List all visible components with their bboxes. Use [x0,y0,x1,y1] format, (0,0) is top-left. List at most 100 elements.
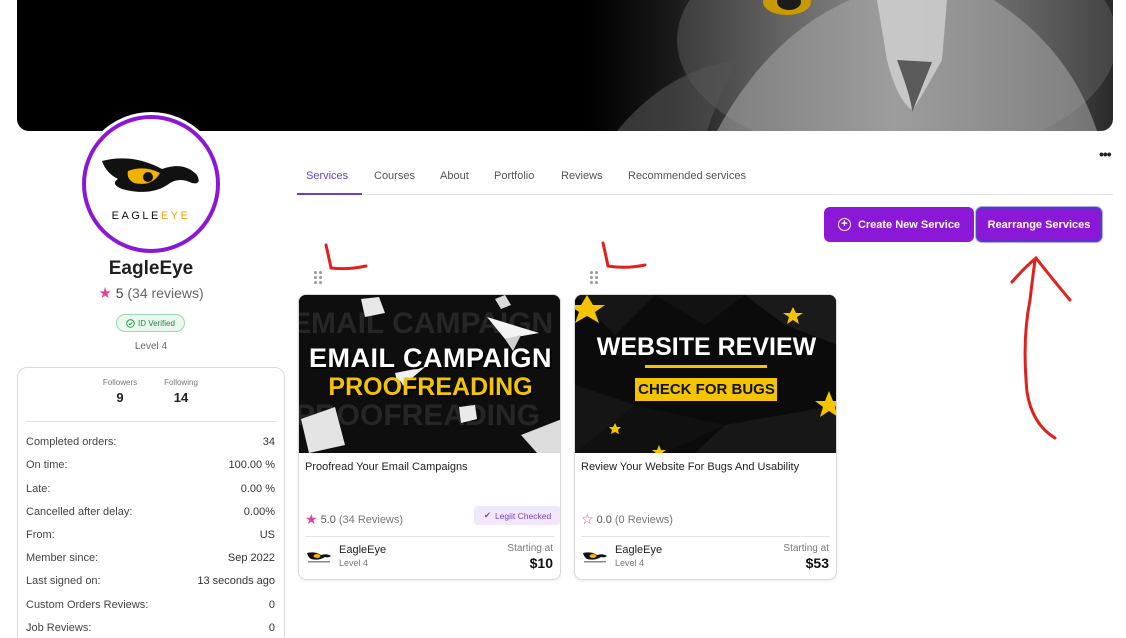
stat-value: 0.00 % [240,483,275,495]
check-circle-icon [126,318,135,328]
service-rating: ☆ 0.0 (0 Reviews) [581,511,673,528]
svg-text:EAGLEEYE: EAGLEEYE [112,210,191,222]
annotation-corner-mark [601,241,647,269]
profile-avatar[interactable]: EAGLEEYE [82,115,220,253]
tab-reviews[interactable]: Reviews [561,170,603,182]
stat-label: Late: [26,483,51,495]
stat-label: On time: [26,459,68,471]
stat-label: From: [26,529,55,541]
profile-level: Level 4 [134,341,168,352]
stat-label: Member since: [26,552,99,564]
service-card[interactable]: WEBSITE REVIEW CHECK FOR BUGS Review You… [574,294,837,580]
rearrange-services-label: Rearrange Services [987,218,1091,231]
active-tab-indicator [297,193,362,195]
profile-rating-count: (34 reviews) [127,285,204,301]
star-outline-icon: ☆ [581,511,594,527]
following-value: 14 [173,390,189,405]
service-price: $53 [805,555,829,571]
create-new-service-button[interactable]: + Create New Service [824,207,974,242]
service-price: $10 [529,555,553,571]
profile-tabs: Services Courses About Portfolio Reviews… [297,166,1113,195]
legiit-checked-badge: ✔ Legiit Checked [474,506,560,525]
profile-banner [17,0,1113,131]
service-rating-value: 5.0 [320,513,336,526]
stat-value: 0 [268,622,275,634]
starting-at-label: Starting at [783,543,829,554]
thumbnail-headline: EMAIL CAMPAIGN [309,343,552,373]
following-count[interactable]: Following 14 [151,378,211,405]
service-review-count: (34 Reviews) [338,513,404,526]
card-divider [581,536,830,537]
stat-label: Last signed on: [26,575,101,587]
star-icon: ★ [98,285,112,302]
more-options-icon[interactable]: ••• [1099,146,1112,162]
seller-level: Level 4 [339,558,369,568]
stat-label: Job Reviews: [26,622,92,634]
legiit-checked-label: Legiit Checked [494,510,552,521]
profile-stats-panel: Followers 9 Following 14 Completed order… [17,367,285,638]
id-verified-badge: ID Verified [116,314,185,332]
following-label: Following [164,378,198,387]
id-verified-label: ID Verified [138,318,175,328]
stat-value: 0 [268,599,275,611]
thumbnail-subheadline: PROOFREADING [328,373,533,401]
stat-value: 0.00% [243,506,275,518]
annotation-arrowhead [1010,255,1072,302]
service-card[interactable]: EMAIL CAMPAIGN PROOFREADING EMAIL CAMPAI… [298,294,561,580]
rearrange-services-button[interactable]: Rearrange Services [976,207,1102,242]
stat-row: Late: 0.00 % [26,483,275,501]
eagle-logo-icon: EAGLEEYE [102,158,199,222]
tab-recommended-services[interactable]: Recommended services [628,170,746,182]
tab-about[interactable]: About [440,170,469,182]
followers-count[interactable]: Followers 9 [90,378,150,405]
followers-label: Followers [102,378,138,387]
followers-value: 9 [116,390,124,405]
service-title[interactable]: Proofread Your Email Campaigns [305,461,468,473]
seller-level: Level 4 [615,558,645,568]
seller-name[interactable]: EagleEye [339,544,386,556]
eagle-banner-image [617,0,1113,131]
star-icon: ★ [305,511,318,527]
stat-row: Custom Orders Reviews: 0 [26,599,275,617]
seller-name[interactable]: EagleEye [615,544,662,556]
service-thumbnail[interactable]: EMAIL CAMPAIGN PROOFREADING EMAIL CAMPAI… [299,295,560,453]
stat-value: 13 seconds ago [197,575,275,587]
seller-avatar[interactable] [581,548,609,564]
stat-row: Completed orders: 34 [26,436,275,454]
profile-rating-value: 5 [115,285,124,301]
annotation-arrow [1023,258,1057,440]
thumbnail-headline: WEBSITE REVIEW [596,333,817,361]
starting-at-label: Starting at [507,543,553,554]
stat-value: US [259,529,275,541]
profile-rating: ★ 5 (34 reviews) [17,284,285,302]
service-rating: ★ 5.0 (34 Reviews) [305,511,403,528]
tab-courses[interactable]: Courses [374,170,415,182]
service-thumbnail[interactable]: WEBSITE REVIEW CHECK FOR BUGS [575,295,836,453]
drag-handle-icon[interactable] [314,271,322,284]
stat-row: From: US [26,529,275,547]
thumbnail-subheadline: CHECK FOR BUGS [638,381,775,398]
stat-label: Custom Orders Reviews: [26,599,149,611]
tab-portfolio[interactable]: Portfolio [494,170,534,182]
create-new-service-label: Create New Service [857,218,961,231]
stat-value: 34 [262,436,275,448]
service-rating-value: 0.0 [596,513,612,526]
stat-value: Sep 2022 [227,552,275,564]
checkmark-icon: ✔ [483,510,491,520]
plus-circle-icon: + [837,218,851,231]
service-title[interactable]: Review Your Website For Bugs And Usabili… [581,461,799,473]
annotation-corner-mark [324,243,368,271]
seller-avatar[interactable] [305,548,333,564]
stat-row: Cancelled after delay: 0.00% [26,506,275,524]
stat-value: 100.00 % [228,459,275,471]
stat-row: Last signed on: 13 seconds ago [26,575,275,593]
stat-label: Cancelled after delay: [26,506,133,518]
stat-row: On time: 100.00 % [26,459,275,477]
stats-divider [26,421,276,422]
stat-row: Job Reviews: 0 [26,622,275,638]
stat-row: Member since: Sep 2022 [26,552,275,570]
drag-handle-icon[interactable] [590,271,598,284]
service-review-count: (0 Reviews) [614,513,673,526]
tab-services[interactable]: Services [306,170,348,182]
website-review-thumbnail [575,295,836,453]
